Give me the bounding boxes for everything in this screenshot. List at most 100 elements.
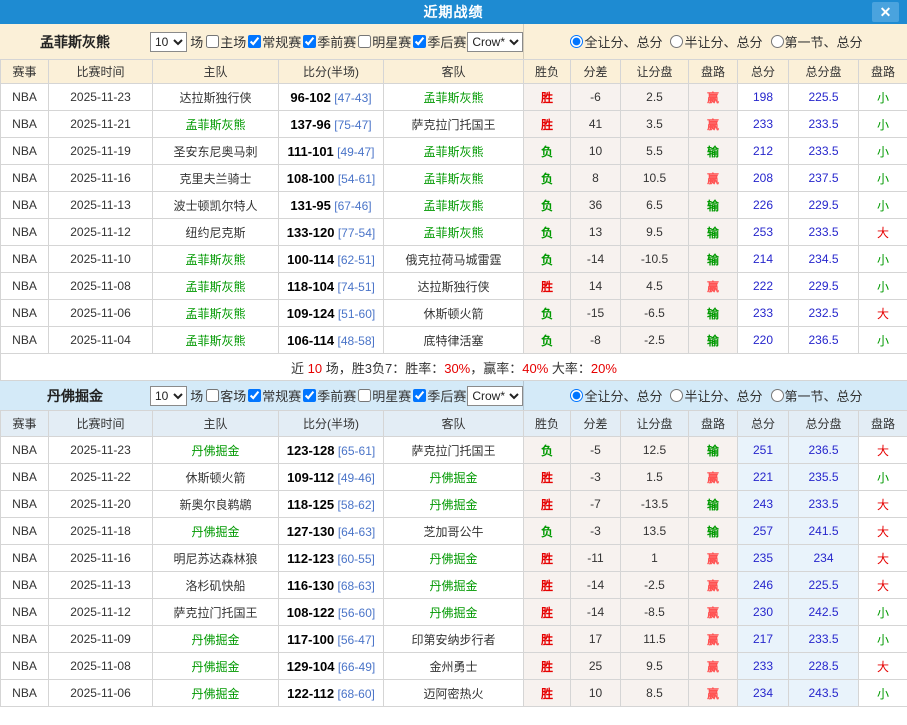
mode-radio[interactable] (771, 389, 784, 402)
filter-checkbox[interactable] (303, 35, 316, 48)
handicap-line-cell: 1.5 (621, 464, 689, 491)
mode-radio[interactable] (771, 35, 784, 48)
odds-company-select[interactable]: Crow* (467, 386, 523, 406)
away-team-cell: 达拉斯独行侠 (384, 273, 524, 300)
column-header: 胜负 (524, 60, 571, 84)
result-cell: 负 (524, 327, 571, 354)
mode-radio-item[interactable]: 半让分、总分 (668, 386, 762, 405)
handicap-result-cell: 输 (689, 219, 738, 246)
team-name: 孟菲斯灰熊 (0, 32, 150, 52)
total-points-cell: 233 (738, 300, 789, 327)
handicap-line-cell: 5.5 (621, 138, 689, 165)
over-under-cell: 大 (859, 219, 907, 246)
league-cell: NBA (1, 327, 49, 354)
total-line-cell: 236.5 (789, 437, 859, 464)
over-under-cell: 小 (859, 84, 907, 111)
games-count-select[interactable]: 10 (150, 32, 187, 52)
filter-checkbox-label: 客场 (220, 386, 246, 405)
over-under-cell: 小 (859, 246, 907, 273)
mode-radio[interactable] (570, 389, 583, 402)
mode-radio-item[interactable]: 全让分、总分 (568, 32, 662, 51)
handicap-line-cell: -10.5 (621, 246, 689, 273)
summary-segment: 场，胜3负7：胜率： (322, 361, 444, 376)
column-header: 比分(半场) (279, 411, 384, 437)
league-cell: NBA (1, 491, 49, 518)
away-team-cell: 丹佛掘金 (384, 545, 524, 572)
column-header: 总分 (738, 60, 789, 84)
mode-radio[interactable] (570, 35, 583, 48)
league-cell: NBA (1, 273, 49, 300)
filter-checkbox[interactable] (358, 389, 371, 402)
league-cell: NBA (1, 572, 49, 599)
mode-radio-item[interactable]: 半让分、总分 (668, 32, 762, 51)
table-row: NBA2025-11-19圣安东尼奥马刺111-101 [49-47]孟菲斯灰熊… (1, 138, 907, 165)
mode-radio[interactable] (670, 389, 683, 402)
half-score-text: [51-60] (338, 307, 375, 321)
filter-checkbox[interactable] (413, 389, 426, 402)
table-row: NBA2025-11-08丹佛掘金129-104 [66-49]金州勇士胜259… (1, 653, 907, 680)
handicap-line-cell: 6.5 (621, 192, 689, 219)
filter-checkbox-item[interactable]: 常规赛 (246, 32, 301, 51)
column-header: 比分(半场) (279, 60, 384, 84)
filter-checkbox-item[interactable]: 客场 (204, 386, 246, 405)
filter-checkbox-item[interactable]: 明星赛 (356, 32, 411, 51)
filter-checkbox[interactable] (413, 35, 426, 48)
total-points-cell: 246 (738, 572, 789, 599)
table-row: NBA2025-11-23达拉斯独行侠96-102 [47-43]孟菲斯灰熊胜-… (1, 84, 907, 111)
home-team-cell: 孟菲斯灰熊 (153, 300, 279, 327)
mode-radio-item[interactable]: 第一节、总分 (769, 32, 863, 51)
filter-checkbox[interactable] (206, 35, 219, 48)
column-header: 比赛时间 (49, 60, 153, 84)
point-diff-cell: -5 (571, 437, 621, 464)
result-cell: 负 (524, 138, 571, 165)
league-cell: NBA (1, 246, 49, 273)
total-line-cell: 233.5 (789, 626, 859, 653)
handicap-line-cell: 11.5 (621, 626, 689, 653)
filter-checkbox[interactable] (303, 389, 316, 402)
over-under-cell: 小 (859, 599, 907, 626)
mode-radio-label: 半让分、总分 (684, 32, 762, 51)
filter-checkbox-item[interactable]: 季后赛 (411, 32, 466, 51)
mode-radio[interactable] (670, 35, 683, 48)
away-team-cell: 底特律活塞 (384, 327, 524, 354)
close-button[interactable]: ✕ (872, 2, 899, 22)
half-score-text: [65-61] (338, 444, 375, 458)
handicap-result-cell: 赢 (689, 165, 738, 192)
date-cell: 2025-11-09 (49, 626, 153, 653)
point-diff-cell: 13 (571, 219, 621, 246)
games-count-select[interactable]: 10 (150, 386, 187, 406)
total-line-cell: 233.5 (789, 138, 859, 165)
point-diff-cell: 36 (571, 192, 621, 219)
odds-company-select[interactable]: Crow* (467, 32, 523, 52)
mode-radio-label: 全让分、总分 (584, 386, 662, 405)
filter-checkbox-item[interactable]: 季后赛 (411, 386, 466, 405)
away-team-cell: 萨克拉门托国王 (384, 437, 524, 464)
filter-checkbox-item[interactable]: 明星赛 (356, 386, 411, 405)
filter-checkbox-item[interactable]: 常规赛 (246, 386, 301, 405)
filter-checkbox[interactable] (248, 389, 261, 402)
home-team-cell: 达拉斯独行侠 (153, 84, 279, 111)
mode-radio-item[interactable]: 全让分、总分 (568, 386, 662, 405)
total-points-cell: 233 (738, 111, 789, 138)
half-score-text: [56-47] (337, 633, 374, 647)
summary-segment: 大率： (548, 361, 591, 376)
filter-checkbox[interactable] (248, 35, 261, 48)
point-diff-cell: 41 (571, 111, 621, 138)
over-under-cell: 大 (859, 300, 907, 327)
filter-checkbox[interactable] (358, 35, 371, 48)
filter-checkbox-item[interactable]: 季前赛 (301, 32, 356, 51)
filter-checkbox[interactable] (206, 389, 219, 402)
result-cell: 胜 (524, 680, 571, 707)
mode-radio-item[interactable]: 第一节、总分 (769, 386, 863, 405)
result-cell: 负 (524, 219, 571, 246)
popup-title: 近期战绩 (424, 2, 484, 22)
handicap-line-cell: 13.5 (621, 518, 689, 545)
total-points-cell: 234 (738, 680, 789, 707)
over-under-cell: 小 (859, 165, 907, 192)
away-team-cell: 休斯顿火箭 (384, 300, 524, 327)
filter-checkbox-item[interactable]: 季前赛 (301, 386, 356, 405)
total-line-cell: 225.5 (789, 572, 859, 599)
filter-checkbox-item[interactable]: 主场 (204, 32, 246, 51)
date-cell: 2025-11-13 (49, 192, 153, 219)
point-diff-cell: 8 (571, 165, 621, 192)
